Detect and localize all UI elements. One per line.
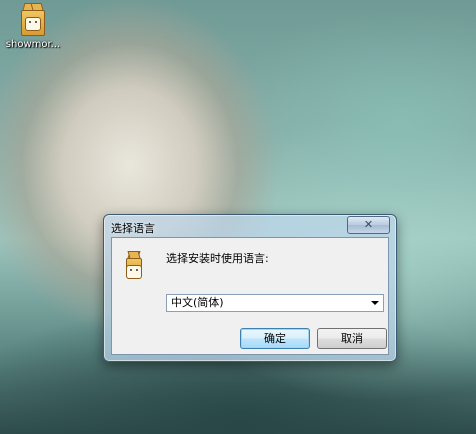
cancel-button[interactable]: 取消 [317, 328, 387, 349]
close-button[interactable]: ✕ [347, 216, 390, 234]
dialog-titlebar[interactable]: 选择语言 ✕ [104, 215, 396, 237]
language-select-value: 中文(简体) [171, 296, 224, 309]
close-icon: ✕ [363, 218, 374, 231]
desktop-shortcut-showmor[interactable]: showmor... [2, 2, 64, 50]
installer-box-icon [19, 2, 47, 36]
language-prompt-label: 选择安装时使用语言: [166, 252, 269, 265]
desktop-icon-label: showmor... [5, 39, 61, 50]
ok-button[interactable]: 确定 [240, 328, 310, 349]
language-select[interactable]: 中文(简体) [166, 294, 384, 312]
language-dialog: 选择语言 ✕ 选择安装时使用语言: 中文(简体) 确定 取消 [103, 214, 397, 362]
desktop-background: showmor... 选择语言 ✕ 选择安装时使用语言: 中文(简体) 确定 取… [0, 0, 476, 434]
dialog-client-area: 选择安装时使用语言: 中文(简体) 确定 取消 [111, 237, 389, 355]
chevron-down-icon [371, 301, 379, 305]
dialog-title: 选择语言 [111, 222, 155, 235]
installer-box-icon [124, 250, 144, 279]
